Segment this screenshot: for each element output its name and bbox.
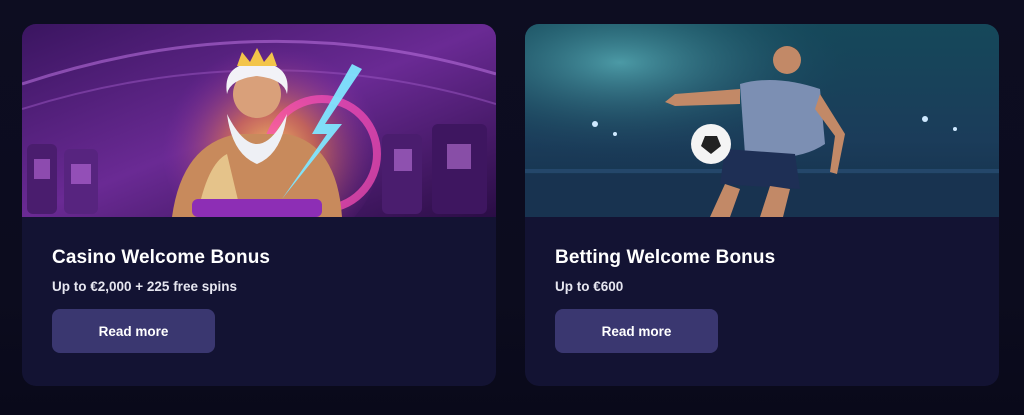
casino-bonus-body: Casino Welcome Bonus Up to €2,000 + 225 … (52, 246, 476, 296)
betting-bonus-image (525, 24, 999, 217)
casino-read-more-button[interactable]: Read more (52, 309, 215, 353)
promotions-page: Casino Welcome Bonus Up to €2,000 + 225 … (0, 0, 1024, 415)
casino-bonus-title: Casino Welcome Bonus (52, 247, 271, 268)
betting-bonus-body: Betting Welcome Bonus Up to €600 (555, 246, 979, 296)
betting-bonus-title: Betting Welcome Bonus (555, 247, 776, 268)
betting-bonus-subtitle: Up to €600 (555, 279, 624, 294)
betting-bonus-card: Betting Welcome Bonus Up to €600 Read mo… (525, 24, 999, 386)
betting-read-more-button[interactable]: Read more (555, 309, 718, 353)
casino-bonus-card: Casino Welcome Bonus Up to €2,000 + 225 … (22, 24, 496, 386)
casino-bonus-subtitle: Up to €2,000 + 225 free spins (52, 279, 237, 294)
casino-bonus-image (22, 24, 496, 217)
